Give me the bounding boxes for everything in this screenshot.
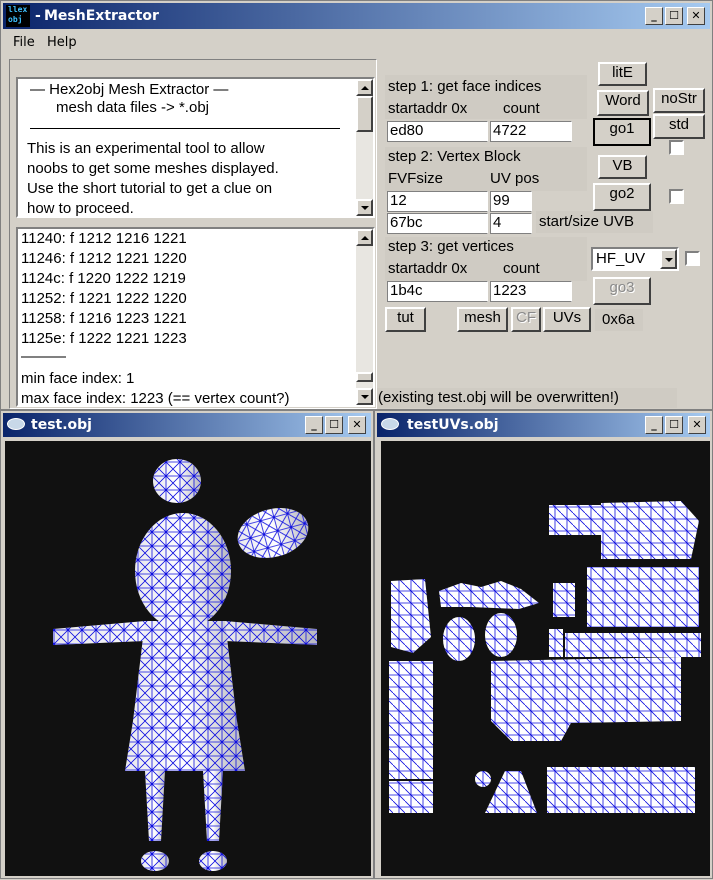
format-combo-value: HF_UV [596, 250, 646, 267]
close-button[interactable]: ✕ [688, 416, 706, 434]
uv-viewport[interactable] [381, 441, 710, 876]
lite-button[interactable]: litE [598, 62, 647, 86]
step3-count-input[interactable]: 1223 [490, 281, 572, 302]
scroll-up-button[interactable] [356, 229, 373, 246]
close-button[interactable]: ✕ [687, 7, 705, 25]
uvs-button[interactable]: UVs [543, 307, 591, 332]
close-button[interactable]: ✕ [348, 416, 366, 434]
log-min-face: min face index: 1 [21, 370, 135, 387]
main-window: llex obj - MeshExtractor _ ☐ ✕ File Help… [0, 0, 713, 410]
test-obj-window: test.obj _ ☐ ✕ [0, 410, 374, 879]
log-line: 11258: f 1216 1223 1221 [21, 310, 187, 327]
log-line: 1124c: f 1220 1222 1219 [21, 270, 186, 287]
minimize-button[interactable]: _ [305, 416, 323, 434]
info-divider [30, 128, 340, 129]
info-scrollbar[interactable] [356, 79, 373, 216]
info-box: — Hex2obj Mesh Extractor — mesh data fil… [16, 77, 375, 218]
step2-fvf-label: FVFsize [388, 170, 444, 187]
format-combo[interactable]: HF_UV [591, 247, 679, 271]
step3-count-label: count [503, 260, 540, 277]
cf-button[interactable]: CF [511, 307, 541, 332]
main-window-title: MeshExtractor [44, 8, 159, 24]
step1-title: step 1: get face indices [388, 78, 542, 95]
tut-button[interactable]: tut [385, 307, 426, 332]
overwrite-warning: (existing test.obj will be overwritten!) [378, 389, 619, 406]
step2-uv-label: UV pos [490, 170, 540, 187]
scroll-down-button[interactable] [356, 199, 373, 216]
maximize-button[interactable]: ☐ [665, 416, 683, 434]
info-line-2: noobs to get some meshes displayed. [27, 160, 279, 177]
scroll-down-button[interactable] [356, 388, 373, 405]
viewer-app-icon [7, 418, 25, 430]
log-line: 11240: f 1212 1216 1221 [21, 230, 187, 247]
hex-value: 0x6a [602, 311, 635, 328]
minimize-button[interactable]: _ [645, 416, 663, 434]
test-obj-titlebar[interactable]: test.obj _ ☐ ✕ [3, 413, 371, 437]
step2-title: step 2: Vertex Block [388, 148, 521, 165]
minimize-button[interactable]: _ [645, 7, 663, 25]
uv-islands [389, 501, 701, 813]
test-uvs-titlebar[interactable]: testUVs.obj _ ☐ ✕ [377, 413, 710, 437]
scroll-thumb[interactable] [356, 372, 373, 382]
test-uvs-title: testUVs.obj [407, 417, 499, 433]
mesh-viewport[interactable] [5, 441, 371, 876]
uv-pos-input[interactable]: 99 [490, 191, 532, 212]
fvf-size-input[interactable]: 12 [387, 191, 488, 212]
info-title: — Hex2obj Mesh Extractor — [30, 81, 229, 98]
log-line: 1125e: f 1222 1221 1223 [21, 330, 187, 347]
nostr-button[interactable]: noStr [653, 88, 705, 113]
uv-layout-render [389, 501, 701, 813]
checkbox-2[interactable] [669, 189, 684, 204]
step1-count-input[interactable]: 4722 [490, 121, 572, 142]
uvb-size-input[interactable]: 4 [490, 213, 532, 234]
info-line-4: how to proceed. [27, 200, 134, 217]
vb-button[interactable]: VB [598, 155, 647, 179]
main-titlebar[interactable]: llex obj - MeshExtractor _ ☐ ✕ [3, 3, 710, 29]
checkbox-3[interactable] [685, 251, 700, 266]
uvb-start-input[interactable]: 67bc [387, 213, 488, 234]
checkbox-1[interactable] [669, 140, 684, 155]
window-title-prefix: - [35, 8, 41, 24]
info-line-3: Use the short tutorial to get a clue on [27, 180, 273, 197]
viewer-app-icon [381, 418, 399, 430]
mesh-body [53, 459, 317, 871]
uvb-label: start/size UVB [539, 213, 635, 230]
log-line: 11252: f 1221 1222 1220 [21, 290, 187, 307]
step1-startaddr-input[interactable]: ed80 [387, 121, 488, 142]
menu-file[interactable]: File [13, 35, 35, 50]
log-scrollbar[interactable] [356, 229, 373, 405]
step3-title: step 3: get vertices [388, 238, 514, 255]
test-uvs-window: testUVs.obj _ ☐ ✕ [374, 410, 713, 879]
menu-help[interactable]: Help [47, 35, 77, 50]
log-box: 11240: f 1212 1216 1221 11246: f 1212 12… [16, 227, 375, 407]
app-icon: llex obj [6, 5, 30, 27]
step3-startaddr-input[interactable]: 1b4c [387, 281, 488, 302]
chevron-down-icon[interactable] [660, 249, 677, 269]
log-separator: ——— [21, 348, 66, 365]
info-line-1: This is an experimental tool to allow [27, 140, 265, 157]
word-button[interactable]: Word [597, 90, 649, 116]
step1-startaddr-label: startaddr 0x [388, 100, 468, 117]
mesh-button[interactable]: mesh [457, 307, 508, 332]
step1-count-label: count [503, 100, 540, 117]
character-mesh-render [53, 459, 317, 871]
maximize-button[interactable]: ☐ [325, 416, 343, 434]
maximize-button[interactable]: ☐ [665, 7, 683, 25]
step3-startaddr-label: startaddr 0x [388, 260, 468, 277]
go1-button[interactable]: go1 [593, 118, 651, 146]
go2-button[interactable]: go2 [593, 183, 651, 211]
log-max-face: max face index: 1223 (== vertex count?) [21, 390, 290, 407]
scroll-up-button[interactable] [356, 79, 373, 96]
test-obj-title: test.obj [31, 417, 92, 433]
log-line: 11246: f 1212 1221 1220 [21, 250, 187, 267]
scroll-thumb[interactable] [356, 96, 373, 132]
info-subtitle: mesh data files -> *.obj [56, 99, 209, 116]
std-button[interactable]: std [653, 114, 705, 139]
go3-button[interactable]: go3 [593, 277, 651, 305]
